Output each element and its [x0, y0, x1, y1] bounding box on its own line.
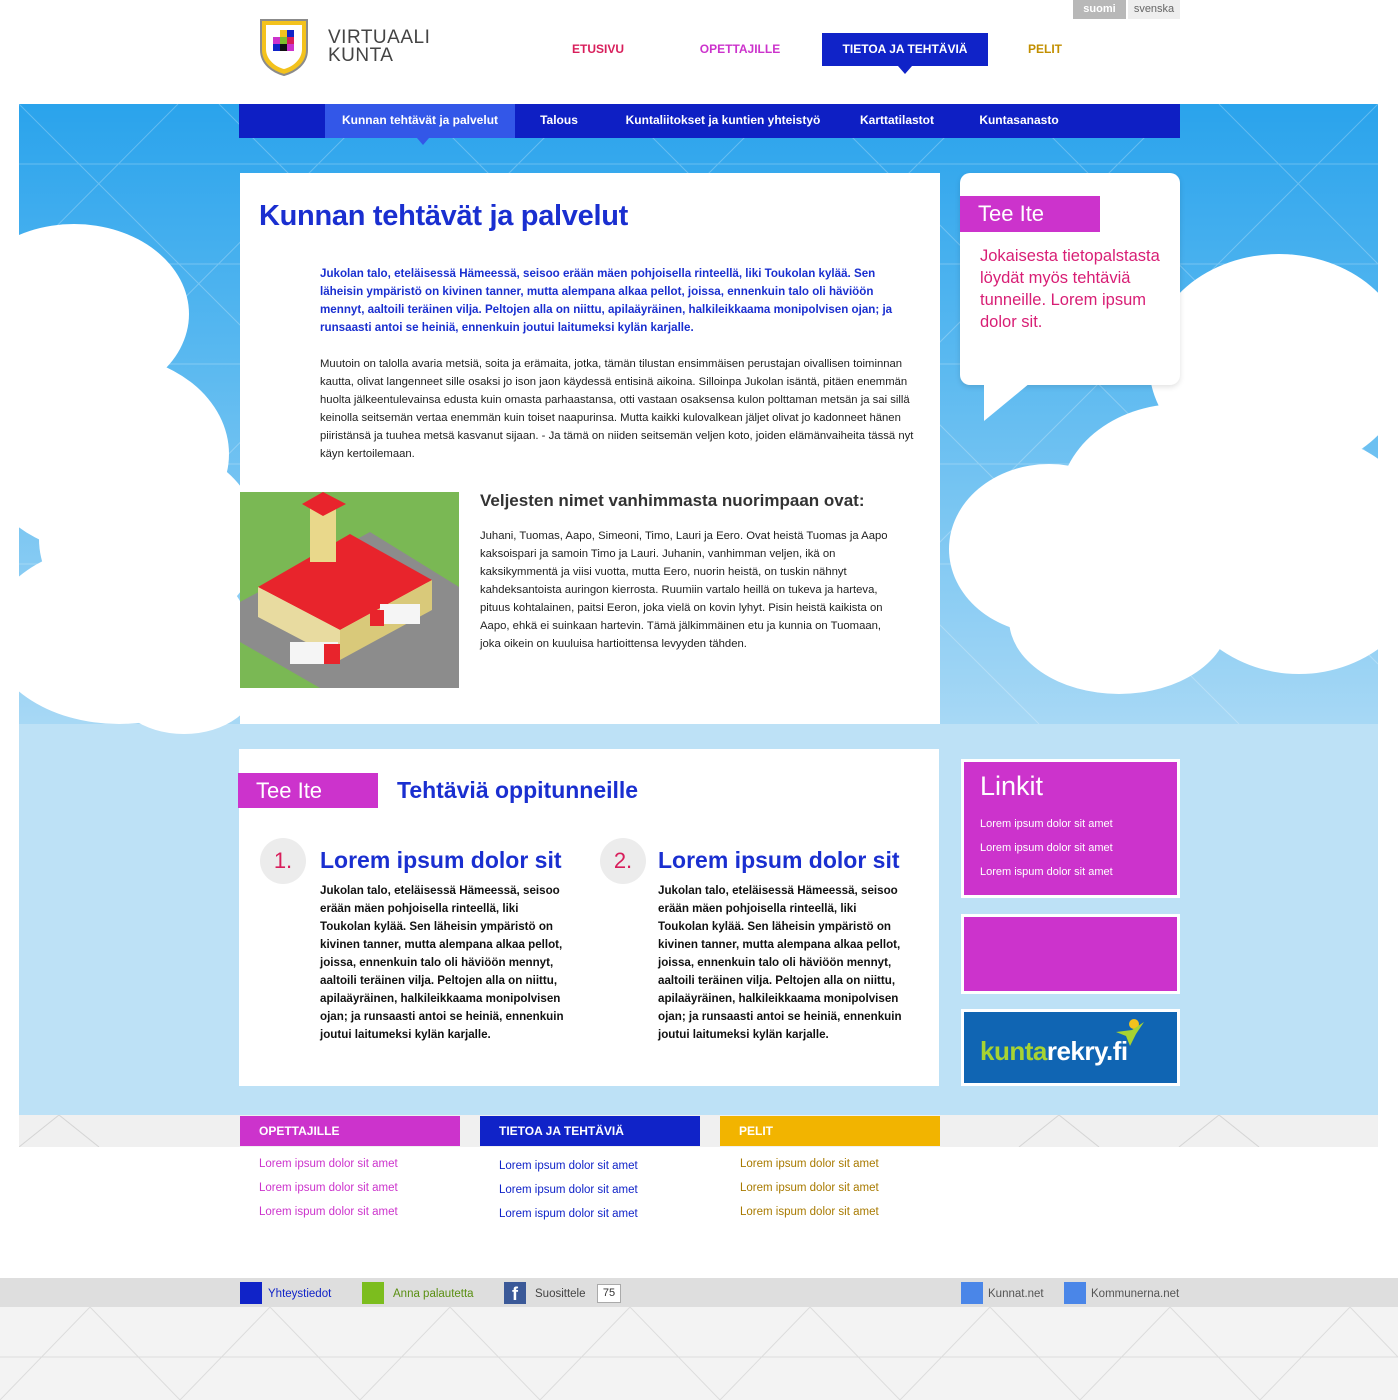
footer-tab-opettajille[interactable]: OPETTAJILLE	[240, 1116, 460, 1146]
subnav-kuntaliitokset[interactable]: Kuntaliitokset ja kuntien yhteistyö	[611, 104, 835, 138]
main-content-card: Kunnan tehtävät ja palvelut Jukolan talo…	[240, 173, 940, 724]
task-title-1[interactable]: Lorem ipsum dolor sit	[320, 847, 562, 874]
brothers-paragraph: Juhani, Tuomas, Aapo, Simeoni, Timo, Lau…	[480, 530, 888, 650]
footer-opettajille-link-3[interactable]: Lorem ispum dolor sit amet	[259, 1206, 398, 1218]
kunnat-net-icon[interactable]	[961, 1282, 983, 1304]
nav-etusivu[interactable]: ETUSIVU	[556, 33, 640, 66]
nav-opettajille[interactable]: OPETTAJILLE	[690, 33, 790, 66]
footer-pelit-link-1[interactable]: Lorem ipsum dolor sit amet	[740, 1158, 879, 1170]
recommend-link[interactable]: Suosittele	[535, 1288, 586, 1300]
bubble-tail	[984, 383, 1030, 421]
task-title-2[interactable]: Lorem ipsum dolor sit	[658, 847, 900, 874]
bottom-grid-pattern	[0, 1307, 1398, 1400]
subnav-karttatilastot[interactable]: Karttatilastot	[845, 104, 949, 138]
nav-tietoa-ja-tehtavia[interactable]: TIETOA JA TEHTÄVIÄ	[822, 33, 988, 74]
lead-paragraph: Jukolan talo, eteläisessä Hämeessä, seis…	[320, 267, 893, 334]
tasks-card: Tee Ite Tehtäviä oppitunneille 1. Lorem …	[238, 749, 939, 1086]
links-item-2[interactable]: Lorem ipsum dolor sit amet	[980, 842, 1113, 854]
subnav-kunnan-tehtavat[interactable]: Kunnan tehtävät ja palvelut	[325, 104, 515, 145]
nav-pelit[interactable]: PELIT	[1005, 33, 1085, 66]
feedback-icon[interactable]	[362, 1282, 384, 1304]
language-suomi[interactable]: suomi	[1073, 0, 1126, 19]
feedback-link[interactable]: Anna palautetta	[393, 1288, 474, 1300]
tasks-title: Tehtäviä oppitunneille	[397, 777, 639, 803]
bottom-grid-background	[0, 1307, 1398, 1400]
body-paragraph: Muutoin on talolla avaria metsiä, soita …	[320, 358, 914, 460]
links-item-1[interactable]: Lorem ipsum dolor sit amet	[980, 818, 1113, 830]
links-title: Linkit	[980, 771, 1044, 801]
tasks-tee-ite-tag: Tee Ite	[238, 773, 378, 808]
kunnat-net-link[interactable]: Kunnat.net	[988, 1288, 1044, 1300]
contact-link[interactable]: Yhteystiedot	[268, 1288, 331, 1300]
language-svenska[interactable]: svenska	[1128, 0, 1180, 19]
kommunerna-net-link[interactable]: Kommunerna.net	[1091, 1288, 1179, 1300]
promo-box[interactable]	[961, 914, 1180, 994]
page-title: Kunnan tehtävät ja palvelut	[259, 200, 628, 232]
footer-tietoa-link-3[interactable]: Lorem ispum dolor sit amet	[499, 1208, 638, 1220]
links-box: Linkit Lorem ipsum dolor sit amet Lorem …	[961, 759, 1180, 898]
tee-ite-bubble: Tee Ite Jokaisesta tietopalstasta löydät…	[960, 173, 1180, 385]
kuntarekry-part-2: rekry	[1046, 1036, 1107, 1066]
footer-opettajille-link-2[interactable]: Lorem ipsum dolor sit amet	[259, 1182, 398, 1194]
kuntarekry-part-1: kunta	[980, 1036, 1047, 1066]
subnav-kuntasanasto[interactable]: Kuntasanasto	[967, 104, 1071, 138]
footer-opettajille-link-1[interactable]: Lorem ipsum dolor sit amet	[259, 1158, 398, 1170]
footer-pelit-link-3[interactable]: Lorem ispum dolor sit amet	[740, 1206, 879, 1218]
facebook-icon[interactable]: f	[504, 1282, 526, 1304]
footer-pelit-link-2[interactable]: Lorem ipsum dolor sit amet	[740, 1182, 879, 1194]
shield-logo-icon[interactable]	[259, 18, 309, 76]
cloud	[1009, 544, 1229, 694]
task-body-1: Jukolan talo, eteläisessä Hämeessä, seis…	[320, 884, 564, 1041]
kuntarekry-logo: kuntarekry.fi	[980, 1036, 1128, 1067]
logo-line-2: KUNTA	[328, 45, 394, 66]
sub-navigation: Kunnan tehtävät ja palvelut Talous Kunta…	[239, 104, 1180, 145]
fire-station-illustration	[240, 492, 459, 688]
task-body-2: Jukolan talo, eteläisessä Hämeessä, seis…	[658, 884, 902, 1041]
footer-tab-pelit[interactable]: PELIT	[720, 1116, 940, 1146]
tee-ite-tag: Tee Ite	[960, 196, 1100, 232]
person-icon	[1116, 1019, 1144, 1046]
recommend-count-badge: 75	[597, 1284, 621, 1303]
footer-tietoa-link-2[interactable]: Lorem ipsum dolor sit amet	[499, 1184, 638, 1196]
links-item-3[interactable]: Lorem ispum dolor sit amet	[980, 866, 1113, 878]
subnav-talous[interactable]: Talous	[522, 104, 596, 138]
section-subheading: Veljesten nimet vanhimmasta nuorimpaan o…	[480, 491, 865, 510]
bubble-text: Jokaisesta tietopalstasta löydät myös te…	[980, 247, 1160, 331]
bottom-bar	[0, 1278, 1398, 1307]
contact-icon[interactable]	[240, 1282, 262, 1304]
footer-tietoa-link-1[interactable]: Lorem ipsum dolor sit amet	[499, 1160, 638, 1172]
kommunerna-net-icon[interactable]	[1064, 1282, 1086, 1304]
kuntarekry-banner[interactable]: kuntarekry.fi	[961, 1009, 1180, 1086]
footer-tab-tietoa[interactable]: TIETOA JA TEHTÄVIÄ	[480, 1116, 700, 1146]
cloud	[109, 624, 259, 734]
site-logo-text[interactable]: VIRTUAALI KUNTA	[328, 28, 430, 66]
task-number-2: 2.	[600, 838, 646, 884]
task-number-1: 1.	[260, 838, 306, 884]
